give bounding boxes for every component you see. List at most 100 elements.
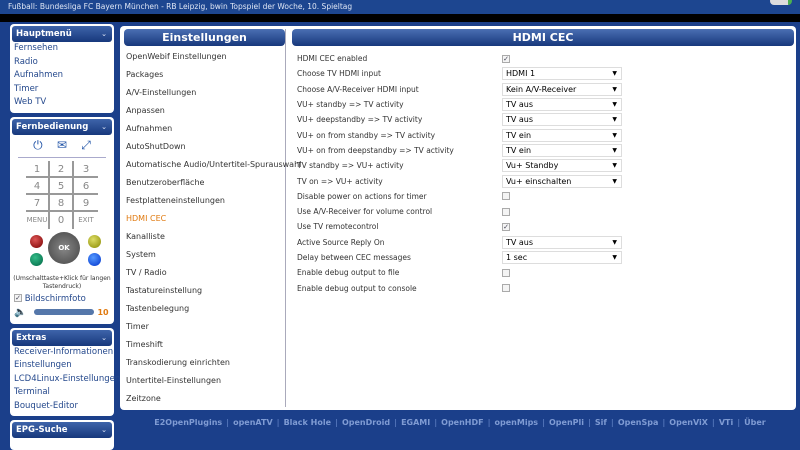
settings-nav-item[interactable]: Timer [124, 318, 285, 336]
footer-link[interactable]: Black Hole [284, 418, 331, 427]
settings-nav-item[interactable]: Anpassen [124, 102, 285, 120]
footer-link[interactable]: OpenHDF [441, 418, 483, 427]
settings-nav-item[interactable]: Transkodierung einrichten [124, 354, 285, 372]
remote-key[interactable]: MENU [26, 211, 50, 229]
settings-header: Einstellungen [124, 29, 285, 46]
remote-key[interactable]: 0 [50, 211, 74, 229]
green-button[interactable] [30, 252, 43, 266]
settings-nav-item[interactable]: Packages [124, 66, 285, 84]
setting-checkbox[interactable] [502, 207, 510, 216]
power-icon[interactable]: ⏻ [33, 138, 43, 153]
footer-link[interactable]: EGAMI [401, 418, 430, 427]
settings-nav-item[interactable]: Kanalliste [124, 228, 285, 246]
footer-link[interactable]: openATV [233, 418, 273, 427]
hdmi-cec-pane: HDMI CEC HDMI CEC enabled ✓ Choose TV HDMI… [292, 29, 794, 296]
sidebar-item[interactable]: Receiver-Informationen [12, 346, 113, 360]
settings-nav-item[interactable]: Timeshift [124, 336, 285, 354]
settings-nav-item[interactable]: AutoShutDown [124, 138, 285, 156]
remote-key[interactable]: 9 [74, 195, 98, 212]
remote-key[interactable]: 4 [26, 177, 50, 195]
screenshot-checkbox[interactable]: ✓ [14, 294, 22, 302]
settings-nav-item[interactable]: System [124, 246, 285, 264]
setting-select[interactable]: Kein A/V-Receiver ▼ [502, 82, 622, 96]
setting-select[interactable]: Vu+ einschalten ▼ [502, 174, 622, 188]
setting-checkbox[interactable] [502, 284, 510, 293]
sidebar-item[interactable]: LCD4Linux-Einstellungen [12, 373, 120, 387]
setting-select[interactable]: Vu+ Standby ▼ [502, 159, 622, 173]
setting-select[interactable]: TV aus ▼ [502, 235, 622, 249]
chevron-down-icon[interactable]: ⌄ [101, 26, 107, 42]
sidebar-item[interactable]: Einstellungen [12, 359, 112, 373]
settings-nav-item[interactable]: Automatische Audio/Untertitel-Spurauswah… [124, 156, 301, 174]
remote-key[interactable]: 3 [74, 161, 98, 178]
settings-nav-item[interactable]: Tastatureinstellung [124, 282, 285, 300]
setting-select[interactable]: HDMI 1 ▼ [502, 67, 622, 81]
settings-nav-item[interactable]: TV / Radio [124, 264, 285, 282]
footer-link[interactable]: Sif [595, 418, 607, 427]
hdmi-cec-header: HDMI CEC [292, 29, 794, 46]
settings-nav-item[interactable]: Aufnahmen [124, 120, 285, 138]
screenshot-label[interactable]: Bildschirmfoto [25, 294, 86, 304]
red-button[interactable] [30, 234, 43, 248]
settings-nav-item[interactable]: Zeitzone [124, 390, 285, 408]
remote-key[interactable]: 1 [26, 160, 50, 178]
setting-row: TV standby => VU+ activity Vu+ Standby ▼ [292, 158, 794, 173]
footer-link[interactable]: OpenDroid [342, 418, 390, 427]
remote-key[interactable]: 2 [50, 160, 74, 178]
remote-key[interactable]: 8 [50, 194, 74, 212]
sidebar-item[interactable]: Fernsehen [12, 42, 112, 56]
speaker-icon[interactable]: 🔈 [14, 307, 26, 318]
footer-link[interactable]: VTi [719, 418, 733, 427]
sidebar-item[interactable]: Aufnahmen [12, 69, 112, 83]
remote-key[interactable]: 7 [26, 194, 50, 212]
select-value: HDMI 1 [506, 69, 536, 79]
footer-link[interactable]: Über [744, 418, 766, 427]
setting-select[interactable]: TV ein ▼ [502, 128, 622, 142]
yellow-button[interactable] [88, 234, 101, 248]
setting-checkbox[interactable]: ✓ [502, 54, 510, 63]
footer-link[interactable]: OpenSpa [618, 418, 659, 427]
remote-key[interactable]: 6 [74, 178, 98, 195]
settings-nav-item[interactable]: Untertitel-Einstellungen [124, 372, 285, 390]
setting-checkbox[interactable] [502, 268, 510, 277]
remote-key[interactable]: 5 [50, 177, 74, 195]
settings-nav-item[interactable]: Tastenbelegung [124, 300, 285, 318]
blue-button[interactable] [88, 252, 101, 266]
toggle-switch[interactable] [770, 0, 792, 5]
envelope-icon[interactable]: ✉ [57, 138, 67, 153]
ok-button[interactable]: OK [48, 231, 80, 264]
footer-link[interactable]: OpenPli [549, 418, 584, 427]
chevron-down-icon[interactable]: ⌄ [101, 330, 107, 346]
chevron-down-icon[interactable]: ⌄ [101, 422, 107, 438]
setting-select[interactable]: TV ein ▼ [502, 143, 622, 157]
extras-header[interactable]: Extras ⌄ [12, 329, 112, 346]
settings-nav-item[interactable]: OpenWebif Einstellungen [124, 48, 285, 66]
remote-header[interactable]: Fernbedienung ⌄ [12, 118, 112, 135]
settings-nav-item[interactable]: Festplatteneinstellungen [124, 192, 285, 210]
sidebar-item[interactable]: Bouquet-Editor [12, 400, 112, 414]
sidebar-item[interactable]: Radio [12, 56, 112, 70]
footer-link[interactable]: openMips [495, 418, 539, 427]
remote-key[interactable]: EXIT [74, 212, 98, 229]
fullscreen-icon[interactable]: ⤢ [81, 138, 91, 153]
volume-slider[interactable] [34, 309, 95, 315]
separator: | [662, 418, 666, 427]
epg-header[interactable]: EPG-Suche ⌄ [12, 422, 112, 438]
footer-link[interactable]: E2OpenPlugins [154, 418, 222, 427]
setting-checkbox[interactable]: ✓ [502, 222, 510, 231]
setting-select[interactable]: TV aus ▼ [502, 98, 622, 112]
sidebar-item[interactable]: Web TV [12, 96, 112, 110]
setting-select[interactable]: TV aus ▼ [502, 113, 622, 127]
setting-checkbox[interactable] [502, 192, 510, 201]
setting-select[interactable]: 1 sec ▼ [502, 251, 622, 264]
setting-row: HDMI CEC enabled ✓ [292, 51, 794, 66]
separator: | [226, 418, 230, 427]
footer-link[interactable]: OpenViX [669, 418, 708, 427]
main-menu-header[interactable]: Hauptmenü ⌄ [12, 26, 112, 42]
chevron-down-icon[interactable]: ⌄ [101, 119, 107, 135]
settings-nav-item[interactable]: HDMI CEC [124, 210, 285, 228]
sidebar-item[interactable]: Timer [12, 83, 112, 97]
sidebar-item[interactable]: Terminal [12, 386, 112, 400]
settings-nav-item[interactable]: Benutzeroberfläche [124, 174, 285, 192]
settings-nav-item[interactable]: A/V-Einstellungen [124, 84, 285, 102]
